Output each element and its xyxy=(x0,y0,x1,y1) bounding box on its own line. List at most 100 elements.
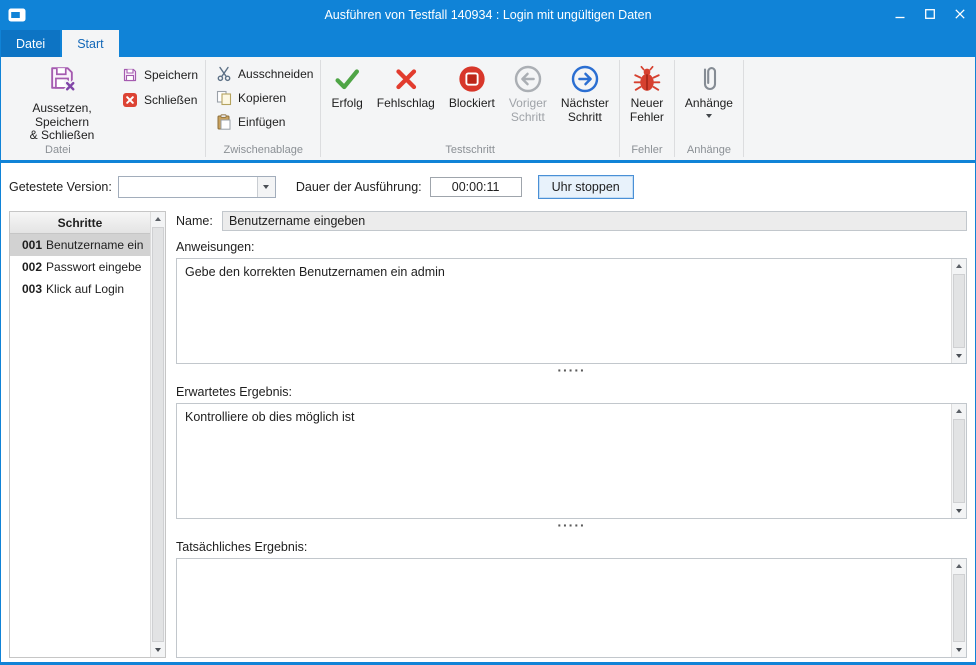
next-step-button[interactable]: Nächster Schritt xyxy=(554,61,616,124)
window-controls xyxy=(885,0,975,30)
step-detail-pane: Name: Benutzername eingeben Anweisungen:… xyxy=(176,211,967,658)
blocked-button[interactable]: Blockiert xyxy=(442,61,502,111)
tab-datei[interactable]: Datei xyxy=(1,30,60,57)
paste-button[interactable]: Einfügen xyxy=(212,113,289,131)
paste-icon xyxy=(216,114,232,130)
copy-button[interactable]: Kopieren xyxy=(212,89,290,107)
combo-dropdown-button[interactable] xyxy=(257,177,275,197)
scrollbar-track[interactable] xyxy=(952,273,966,349)
save-icon xyxy=(122,67,138,83)
fail-button[interactable]: Fehlschlag xyxy=(370,61,442,111)
close-document-icon xyxy=(122,92,138,108)
actual-result-label: Tatsächliches Ergebnis: xyxy=(176,540,967,554)
maximize-button[interactable] xyxy=(915,0,945,30)
blocked-icon xyxy=(457,63,487,95)
previous-icon xyxy=(513,63,543,95)
save-close-icon xyxy=(47,63,77,98)
actual-scrollbar[interactable] xyxy=(951,559,966,657)
ribbon-group-label-zwischenablage: Zwischenablage xyxy=(206,144,320,160)
maximize-icon xyxy=(925,6,935,24)
attachments-button[interactable]: Anhänge xyxy=(678,61,740,118)
step-item-003[interactable]: 003 Klick auf Login xyxy=(10,278,150,300)
scroll-down-icon[interactable] xyxy=(952,504,966,518)
scrollbar-track[interactable] xyxy=(151,226,165,643)
scroll-down-icon[interactable] xyxy=(151,643,165,657)
scroll-up-icon[interactable] xyxy=(952,259,966,273)
name-field[interactable]: Benutzername eingeben xyxy=(222,211,967,231)
expected-result-text: Kontrolliere ob dies möglich ist xyxy=(177,404,951,518)
tested-version-combo[interactable] xyxy=(118,176,276,198)
copy-icon xyxy=(216,90,232,106)
scrollbar-thumb[interactable] xyxy=(152,227,164,642)
tested-version-label: Getestete Version: xyxy=(9,180,112,194)
chevron-down-icon xyxy=(263,185,269,189)
ribbon-tabrow: Datei Start xyxy=(1,30,975,57)
attachment-icon xyxy=(696,63,722,95)
ribbon-group-label-anhaenge: Anhänge xyxy=(675,144,743,160)
window-title: Ausführen von Testfall 140934 : Login mi… xyxy=(324,8,651,22)
success-icon xyxy=(332,63,362,95)
ribbon-group-datei: Aussetzen, Speichern & Schließen xyxy=(3,57,205,160)
app-window: Ausführen von Testfall 140934 : Login mi… xyxy=(0,0,976,665)
ribbon-group-label-datei: Datei xyxy=(3,144,205,160)
ribbon: Aussetzen, Speichern & Schließen xyxy=(1,57,975,160)
scrollbar-track[interactable] xyxy=(952,573,966,643)
step-item-002[interactable]: 002 Passwort eingebe xyxy=(10,256,150,278)
group-divider xyxy=(743,60,744,157)
new-defect-button[interactable]: Neuer Fehler xyxy=(623,61,671,124)
expected-result-field[interactable]: Kontrolliere ob dies möglich ist xyxy=(176,403,967,519)
cut-button[interactable]: Ausschneiden xyxy=(212,65,317,83)
name-label: Name: xyxy=(176,214,222,228)
minimize-icon xyxy=(895,6,905,24)
ribbon-group-zwischenablage: Ausschneiden Kopieren xyxy=(206,57,320,160)
scroll-up-icon[interactable] xyxy=(952,404,966,418)
duration-label: Dauer der Ausführung: xyxy=(296,180,422,194)
close-document-button[interactable]: Schließen xyxy=(118,91,202,109)
cut-icon xyxy=(216,66,232,82)
tab-start[interactable]: Start xyxy=(62,30,118,57)
splitter-handle[interactable]: ····· xyxy=(176,519,967,531)
app-icon xyxy=(8,8,26,22)
scrollbar-thumb[interactable] xyxy=(953,419,965,503)
splitter-handle[interactable]: ····· xyxy=(176,364,967,376)
ribbon-group-fehler: Neuer Fehler Fehler xyxy=(620,57,674,160)
suspend-save-close-button[interactable]: Aussetzen, Speichern & Schließen xyxy=(6,61,118,143)
suspend-save-close-label: Aussetzen, Speichern & Schließen xyxy=(6,102,118,143)
titlebar: Ausführen von Testfall 140934 : Login mi… xyxy=(1,0,975,30)
content-area: Schritte 001 Benutzername ein 002 Passwo… xyxy=(1,205,975,662)
scrollbar-track[interactable] xyxy=(952,418,966,504)
next-icon xyxy=(570,63,600,95)
ribbon-group-label-testschritt: Testschritt xyxy=(321,144,618,160)
chevron-down-icon xyxy=(706,114,712,118)
steps-panel: Schritte 001 Benutzername ein 002 Passwo… xyxy=(9,211,166,658)
instructions-scrollbar[interactable] xyxy=(951,259,966,363)
duration-field[interactable]: 00:00:11 xyxy=(430,177,522,197)
scrollbar-thumb[interactable] xyxy=(953,274,965,348)
scrollbar-thumb[interactable] xyxy=(953,574,965,642)
close-icon xyxy=(955,6,965,24)
scroll-down-icon[interactable] xyxy=(952,643,966,657)
toolbar-row: Getestete Version: Dauer der Ausführung:… xyxy=(1,163,975,205)
instructions-text: Gebe den korrekten Benutzernamen ein adm… xyxy=(177,259,951,363)
steps-list: 001 Benutzername ein 002 Passwort eingeb… xyxy=(10,234,150,300)
expected-scrollbar[interactable] xyxy=(951,404,966,518)
scroll-up-icon[interactable] xyxy=(952,559,966,573)
previous-step-button[interactable]: Voriger Schritt xyxy=(502,61,554,124)
steps-header: Schritte xyxy=(10,212,150,234)
actual-result-field[interactable] xyxy=(176,558,967,658)
ribbon-group-testschritt: Erfolg Fehlschlag xyxy=(321,57,618,160)
fail-icon xyxy=(391,63,421,95)
instructions-label: Anweisungen: xyxy=(176,240,967,254)
ribbon-group-anhaenge: Anhänge Anhänge xyxy=(675,57,743,160)
stop-clock-button[interactable]: Uhr stoppen xyxy=(538,175,634,199)
steps-scrollbar[interactable] xyxy=(150,212,165,657)
instructions-field[interactable]: Gebe den korrekten Benutzernamen ein adm… xyxy=(176,258,967,364)
pass-button[interactable]: Erfolg xyxy=(324,61,369,111)
bug-icon xyxy=(632,63,662,95)
minimize-button[interactable] xyxy=(885,0,915,30)
scroll-up-icon[interactable] xyxy=(151,212,165,226)
scroll-down-icon[interactable] xyxy=(952,349,966,363)
close-button[interactable] xyxy=(945,0,975,30)
step-item-001[interactable]: 001 Benutzername ein xyxy=(10,234,150,256)
save-button[interactable]: Speichern xyxy=(118,66,202,84)
